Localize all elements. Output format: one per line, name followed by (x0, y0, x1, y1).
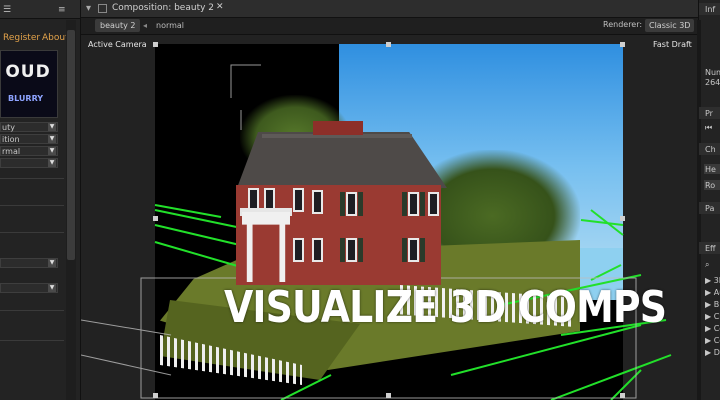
house-window (346, 192, 357, 216)
effects-category-label: Co (713, 324, 720, 333)
plugin-logo-subtext: BLURRY (8, 94, 44, 103)
chevron-down-icon: ▼ (48, 284, 56, 292)
chevron-down-icon: ▼ (48, 123, 56, 131)
layer-handle[interactable] (620, 42, 625, 47)
expand-arrow-icon: ▶ (705, 336, 712, 345)
effects-category[interactable]: ▶ Co (705, 324, 720, 333)
layer-handle[interactable] (620, 393, 625, 398)
dropdown-value: ition (2, 135, 20, 144)
house-shutter (420, 192, 425, 216)
house-window (293, 188, 304, 212)
house-shutter (340, 238, 345, 262)
house-shutter (402, 192, 407, 216)
plugin-logo-text: OUD (5, 62, 51, 82)
effects-category-label: Ch (713, 312, 720, 321)
info-value: 264 (705, 78, 720, 87)
option-dropdown[interactable]: ▼ (0, 283, 58, 293)
paragraph-panel-label[interactable]: Pa (705, 204, 714, 213)
effects-category[interactable]: ▶ Au (705, 288, 720, 297)
expand-arrow-icon: ▶ (705, 324, 712, 333)
house-shutter (402, 238, 407, 262)
draft-mode-label: Fast Draft (653, 40, 692, 49)
about-link[interactable]: About (42, 33, 69, 43)
effects-category[interactable]: ▶ 3D (705, 276, 720, 285)
house-window (293, 238, 304, 262)
house-window (312, 238, 323, 262)
house-shutter (358, 238, 363, 262)
left-scrollbar-thumb[interactable] (67, 30, 75, 260)
character-panel-label[interactable]: Ch (705, 145, 716, 154)
layer-handle[interactable] (153, 216, 158, 221)
chevron-down-icon: ▼ (48, 259, 56, 267)
lock-icon[interactable] (98, 4, 107, 13)
house-window (312, 190, 323, 214)
house-shutter (340, 192, 345, 216)
layer-handle[interactable] (153, 42, 158, 47)
headline-overlay: VISUALIZE 3D COMPS (224, 282, 667, 333)
divider (0, 205, 64, 206)
effects-category[interactable]: ▶ Ch (705, 312, 720, 321)
expand-arrow-icon: ▶ (705, 288, 712, 297)
breadcrumb-comp-normal[interactable]: normal (156, 19, 184, 32)
info-panel-label[interactable]: Inf (705, 5, 715, 14)
layer-handle[interactable] (620, 216, 625, 221)
chevron-down-icon: ▼ (48, 135, 56, 143)
expand-arrow-icon: ▶ (705, 312, 712, 321)
position-dropdown[interactable]: ition ▼ (0, 134, 58, 144)
divider (0, 232, 64, 233)
renderer-button[interactable]: Classic 3D (645, 19, 695, 32)
effects-category-label: 3D (713, 276, 720, 285)
preview-panel-label[interactable]: Pr (705, 109, 713, 118)
font-family-value[interactable]: He (705, 165, 716, 174)
left-panel-header: ☰ ≡ (0, 0, 80, 19)
house-shutter (420, 238, 425, 262)
panel-menu-icon[interactable]: ▾ (86, 3, 91, 14)
option-dropdown[interactable]: ▼ (0, 258, 58, 268)
skip-back-icon[interactable]: ⏮ (705, 123, 712, 133)
panel-menu-icon[interactable]: ≡ (58, 5, 66, 15)
close-icon[interactable]: ✕ (216, 2, 224, 12)
preset-dropdown[interactable]: uty ▼ (0, 122, 58, 132)
panel-menu-icon[interactable]: ☰ (3, 5, 11, 15)
extra-dropdown[interactable]: ▼ (0, 158, 58, 168)
house-window (428, 192, 439, 216)
view-label: Active Camera (88, 40, 147, 49)
font-style-value[interactable]: Ro (705, 181, 715, 190)
expand-arrow-icon: ▶ (705, 276, 712, 285)
info-label: Num (705, 68, 720, 77)
plugin-logo (0, 50, 58, 118)
register-link[interactable]: Register (3, 33, 40, 43)
divider (0, 310, 64, 311)
dropdown-value: rmal (2, 147, 21, 156)
effects-category[interactable]: ▶ Co (705, 336, 720, 345)
expand-arrow-icon: ▶ (705, 300, 712, 309)
house-window (408, 192, 419, 216)
layer-handle[interactable] (153, 393, 158, 398)
chevron-down-icon: ▼ (48, 147, 56, 155)
effects-panel-label[interactable]: Eff (705, 244, 716, 253)
effects-category[interactable]: ▶ Bl (705, 300, 720, 309)
effects-category-label: Au (713, 288, 720, 297)
effects-category[interactable]: ▶ Di (705, 348, 720, 357)
divider (0, 340, 64, 341)
blend-mode-dropdown[interactable]: rmal ▼ (0, 146, 58, 156)
breadcrumb-separator-icon: ◂ (143, 21, 148, 30)
dropdown-value: uty (2, 123, 15, 132)
house-chimney (313, 121, 363, 135)
effects-category-label: Bl (713, 300, 720, 309)
expand-arrow-icon: ▶ (705, 348, 712, 357)
effects-category-label: Di (713, 348, 720, 357)
house-shutter (358, 192, 363, 216)
house-window (346, 238, 357, 262)
breadcrumb-comp-beauty[interactable]: beauty 2 (95, 19, 141, 32)
renderer-label: Renderer: (603, 20, 643, 29)
effects-category-label: Co (713, 336, 720, 345)
house-window (408, 238, 419, 262)
layer-handle[interactable] (386, 393, 391, 398)
search-icon[interactable]: ⌕ (705, 260, 709, 270)
chevron-down-icon: ▼ (48, 159, 56, 167)
layer-handle[interactable] (386, 42, 391, 47)
composition-tab[interactable]: Composition: beauty 2 (112, 3, 214, 13)
divider (0, 178, 64, 179)
